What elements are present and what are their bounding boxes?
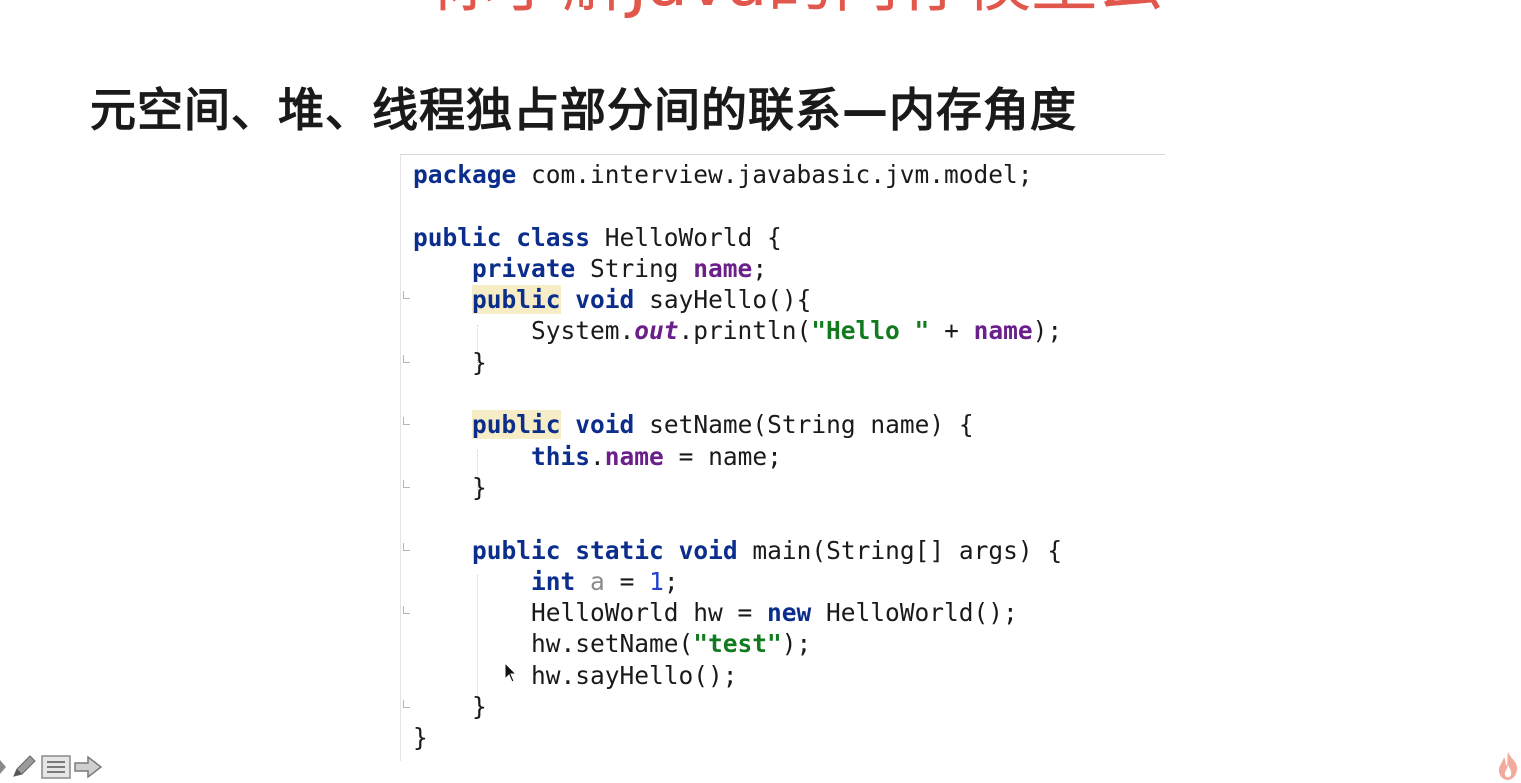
code-line: } [413,722,1062,753]
code-token: main(String[] args) { [737,535,1063,565]
code-token: = [604,566,650,596]
code-line: public void setName(String name) { [413,409,1062,440]
code-line: package com.interview.javabasic.jvm.mode… [413,159,1062,190]
code-line: public class HelloWorld { [413,222,1062,253]
code-token: sayHello(){ [634,285,812,315]
code-token: HelloWorld { [590,222,782,252]
code-token: package [413,160,517,189]
code-token: public [472,285,561,315]
code-token: } [413,347,487,377]
code-token: ; [752,253,768,283]
code-token: class [516,222,591,252]
next-arrow-icon[interactable] [72,753,104,781]
code-line: HelloWorld hw = new HelloWorld(); [413,597,1062,628]
code-line: int a = 1; [413,566,1062,597]
fold-marker-icon[interactable] [403,355,410,363]
fold-gutter [401,155,411,761]
code-token: "Hello " [811,316,930,346]
code-token: ; [663,566,679,596]
code-token: static [575,535,664,565]
code-token: name [973,316,1033,346]
fold-marker-icon[interactable] [403,700,410,708]
code-token: . [590,441,605,471]
code-token: com.interview.javabasic.jvm.model; [516,160,1033,189]
code-line: System.out.println("Hello " + name); [413,315,1062,346]
mouse-pointer-icon [504,662,518,683]
slides-menu-icon[interactable] [40,753,72,781]
code-token: void [575,410,635,440]
code-line: private String name; [413,253,1062,284]
code-token: void [575,285,635,315]
code-line: } [413,691,1062,722]
code-token: hw.sayHello(); [413,660,738,690]
code-token: public [472,410,561,440]
code-token: private [472,253,576,283]
code-line: } [413,347,1062,378]
code-token: public [413,222,502,252]
fold-marker-icon[interactable] [403,291,410,299]
fold-marker-icon[interactable] [403,543,410,551]
code-token: public [472,535,561,565]
prev-arrow-icon[interactable] [0,753,8,781]
code-token: ); [781,629,812,659]
pen-icon[interactable] [8,753,40,781]
code-line: public void sayHello(){ [413,284,1062,315]
code-token: = name; [663,441,782,471]
code-token: String [575,253,694,283]
fold-marker-icon[interactable] [403,606,410,614]
fold-marker-icon[interactable] [403,417,410,425]
code-token: } [413,472,487,502]
code-token: a [590,566,605,596]
code-token: hw.setName( [413,629,694,659]
code-token: } [413,723,428,753]
code-token: name [693,253,753,283]
code-token: .println( [678,316,812,346]
fold-marker-icon[interactable] [403,480,410,488]
flame-logo-icon [1499,752,1518,780]
slide-title: 你了解Java的内存模型么 [430,0,1163,16]
code-line: public static void main(String[] args) { [413,535,1062,566]
code-line: hw.setName("test"); [413,628,1062,659]
code-token: HelloWorld(); [811,598,1018,628]
code-token: System. [413,316,635,346]
code-token: out [634,316,679,346]
presentation-toolbar [0,752,104,782]
code-token: ); [1032,316,1063,346]
code-token: } [413,692,487,722]
code-token: int [531,566,576,596]
code-token: "test" [693,629,782,659]
slide-subtitle: 元空间、堆、线程独占部分间的联系—内存角度 [90,83,1077,137]
code-token: HelloWorld hw = [413,598,768,628]
code-token: setName(String name) { [634,410,974,440]
code-token: 1 [649,566,664,596]
code-token: void [678,535,738,565]
code-token: new [767,598,812,628]
code-line: this.name = name; [413,441,1062,472]
code-token: this [531,441,591,471]
code-token: + [929,316,974,346]
code-line: } [413,472,1062,503]
code-token: name [604,441,664,471]
